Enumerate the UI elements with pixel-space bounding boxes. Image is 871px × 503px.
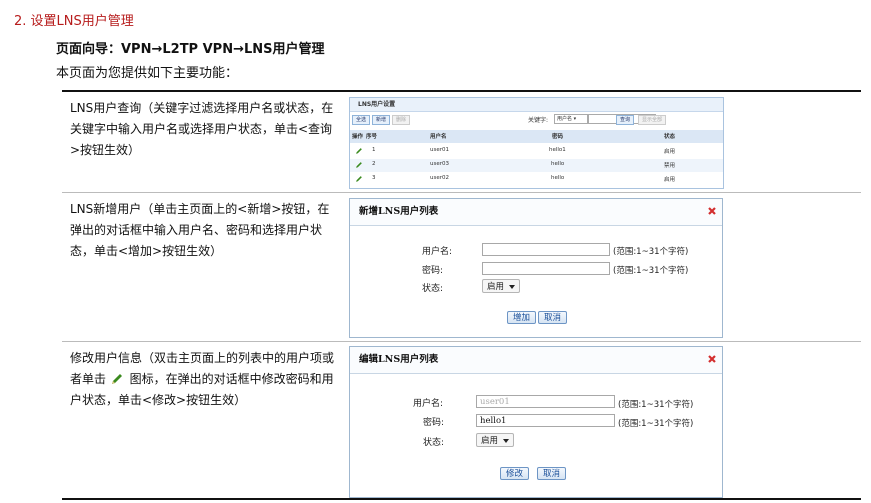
username-label: 用户名: <box>413 399 444 409</box>
row-query-description: LNS用户查询（关键字过滤选择用户名或状态，在 关键字中输入用户名或选择用户状态… <box>70 98 345 161</box>
desc-line: LNS用户查询（关键字过滤选择用户名或状态，在 <box>70 101 334 115</box>
desc-line: 户状态，单击<修改>按钮生效） <box>70 393 247 407</box>
password-input[interactable]: hello1 <box>476 414 615 427</box>
edit-user-dialog: 编辑LNS用户列表 用户名: user01 (范围:1~31个字符) 密码: h… <box>349 346 723 498</box>
row-add-description: LNS新增用户（单击主页面上的<新增>按钮，在 弹出的对话框中输入用户名、密码和… <box>70 199 345 262</box>
add-button[interactable]: 新增 <box>372 115 391 125</box>
add-button[interactable]: 增加 <box>507 311 537 324</box>
delete-button[interactable]: 删除 <box>392 115 411 125</box>
desc-line: 修改用户信息（双击主页面上的列表中的用户项或 <box>70 351 335 365</box>
query-button[interactable]: 查询 <box>616 115 635 125</box>
cell-no: 1 <box>372 147 376 153</box>
password-label: 密码: <box>422 266 444 276</box>
dialog-title: 编辑LNS用户列表 <box>350 347 722 374</box>
status-select[interactable]: 启用 <box>476 433 514 447</box>
cell-username: user03 <box>430 161 449 167</box>
show-all-button[interactable]: 显示全部 <box>638 115 667 125</box>
header-no: 序号 <box>366 134 378 140</box>
username-hint: (范围:1~31个字符) <box>613 247 689 257</box>
desc-line: 态，单击<增加>按钮生效） <box>70 244 223 258</box>
edit-pencil-icon[interactable] <box>355 175 363 183</box>
close-icon[interactable] <box>706 205 718 217</box>
password-hint: (范围:1~31个字符) <box>613 266 689 276</box>
cancel-button[interactable]: 取消 <box>537 467 567 480</box>
status-select-value: 启用 <box>481 436 499 446</box>
cell-status: 启用 <box>664 149 676 155</box>
lns-user-list-panel: LNS用户设置 全选 新增 删除 关键字: 用户名 ▾ 查询 显示全部 操作 序… <box>349 97 724 189</box>
desc-line: >按钮生效） <box>70 143 141 157</box>
row-edit-description: 修改用户信息（双击主页面上的列表中的用户项或 者单击 图标，在弹出的对话框中修改… <box>70 348 345 411</box>
desc-text: 图标，在弹出的对话框中修改密码和用 <box>129 372 334 386</box>
cancel-button[interactable]: 取消 <box>538 311 568 324</box>
password-hint: (范围:1~31个字符) <box>618 419 694 429</box>
chevron-down-icon <box>503 439 509 443</box>
intro-text: 本页面为您提供如下主要功能： <box>56 66 239 81</box>
keyword-select[interactable]: 用户名 ▾ <box>554 114 588 124</box>
modify-button[interactable]: 修改 <box>500 467 530 480</box>
header-operation: 操作 <box>352 134 364 140</box>
desc-text: 者单击 <box>70 372 107 386</box>
cell-password: hello <box>551 175 565 181</box>
cell-username: user02 <box>430 175 449 181</box>
cell-password: hello <box>551 161 565 167</box>
desc-line: 弹出的对话框中输入用户名、密码和选择用户状 <box>70 223 323 237</box>
username-hint: (范围:1~31个字符) <box>618 400 694 410</box>
table-top-rule <box>62 90 861 92</box>
status-select[interactable]: 启用 <box>482 279 520 293</box>
close-icon[interactable] <box>706 353 718 365</box>
table-bottom-rule <box>62 498 861 500</box>
header-password: 密码 <box>552 134 564 140</box>
add-user-dialog: 新增LNS用户列表 用户名: (范围:1~31个字符) 密码: (范围:1~31… <box>349 198 723 338</box>
cell-password: hello1 <box>549 147 566 153</box>
table-row[interactable]: 3 user02 hello 启用 <box>350 173 723 186</box>
edit-pencil-icon[interactable] <box>355 161 363 169</box>
cell-no: 3 <box>372 175 376 181</box>
keyword-label: 关键字: <box>528 117 549 124</box>
header-status: 状态 <box>664 134 676 140</box>
cell-status: 启用 <box>664 177 676 183</box>
section-title: 2. 设置LNS用户管理 <box>14 14 134 29</box>
row-divider <box>62 192 861 193</box>
desc-line: 者单击 图标，在弹出的对话框中修改密码和用 <box>70 369 345 390</box>
password-input[interactable] <box>482 262 610 275</box>
cell-no: 2 <box>372 161 376 167</box>
table-header: 操作 序号 用户名 密码 状态 <box>350 130 723 143</box>
username-label: 用户名: <box>422 247 453 257</box>
toolbar: 全选 新增 删除 关键字: 用户名 ▾ 查询 显示全部 <box>350 112 723 125</box>
password-label: 密码: <box>423 418 445 428</box>
select-all-button[interactable]: 全选 <box>352 115 371 125</box>
table-row[interactable]: 1 user01 hello1 启用 <box>350 145 723 158</box>
row-divider <box>62 341 861 342</box>
cell-status: 禁用 <box>664 163 676 169</box>
keyword-select-value: 用户名 <box>557 116 573 122</box>
status-select-value: 启用 <box>487 282 505 292</box>
pencil-icon <box>111 374 122 384</box>
username-input[interactable]: user01 <box>476 395 615 408</box>
panel-title: LNS用户设置 <box>350 98 723 112</box>
desc-line: LNS新增用户（单击主页面上的<新增>按钮，在 <box>70 202 330 216</box>
desc-line: 关键字中输入用户名或选择用户状态，单击<查询 <box>70 122 333 136</box>
chevron-down-icon <box>509 285 515 289</box>
dialog-title: 新增LNS用户列表 <box>350 199 722 226</box>
status-label: 状态: <box>422 284 444 294</box>
page-navigation-path: 页面向导：VPN→L2TP VPN→LNS用户管理 <box>56 42 325 57</box>
header-username: 用户名 <box>430 134 447 140</box>
edit-pencil-icon[interactable] <box>355 147 363 155</box>
username-input[interactable] <box>482 243 610 256</box>
cell-username: user01 <box>430 147 449 153</box>
table-row[interactable]: 2 user03 hello 禁用 <box>350 159 723 172</box>
status-label: 状态: <box>423 438 445 448</box>
